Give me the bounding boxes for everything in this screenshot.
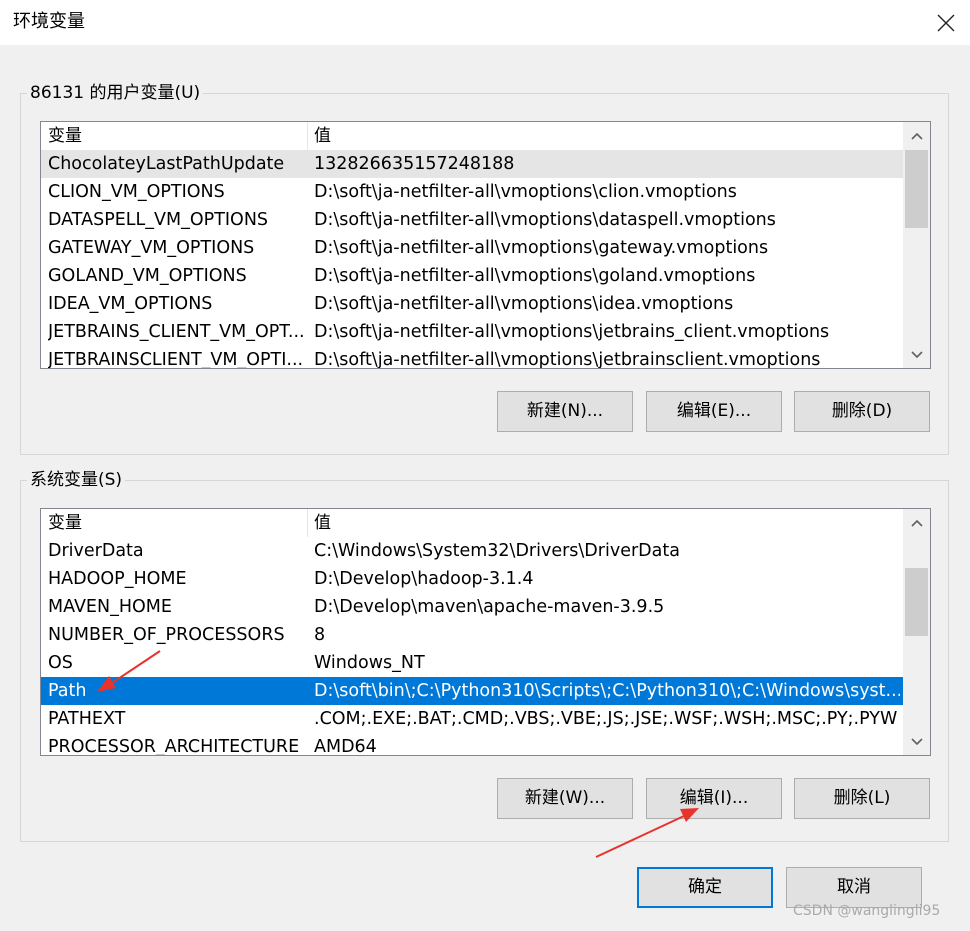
table-row[interactable]: OS Windows_NT <box>41 649 904 677</box>
system-vars-list[interactable]: 变量 值 DriverData C:\Windows\System32\Drive… <box>40 508 931 756</box>
variable-value-cell: D:\soft\ja-netfilter-all\vmoptions\clion… <box>314 182 737 202</box>
variable-value-cell: D:\soft\ja-netfilter-all\vmoptions\idea.… <box>314 294 734 314</box>
table-row[interactable]: IDEA_VM_OPTIONS D:\soft\ja-netfilter-all\… <box>41 290 904 318</box>
table-row[interactable]: CLION_VM_OPTIONS D:\soft\ja-netfilter-all… <box>41 178 904 206</box>
variable-name-cell: GATEWAY_VM_OPTIONS <box>48 238 255 258</box>
scroll-thumb[interactable] <box>905 568 928 636</box>
variable-name-cell: CLION_VM_OPTIONS <box>48 182 225 202</box>
variable-value-cell: D:\soft\bin\;C:\Python310\Scripts\;C:\Py… <box>314 681 900 701</box>
scroll-thumb[interactable] <box>905 150 928 228</box>
table-row[interactable]: JETBRAINS_CLIENT_VM_OPT... D:\soft\ja-net… <box>41 318 904 346</box>
table-row[interactable]: Path D:\soft\bin\;C:\Python310\Scripts\;C… <box>41 677 904 705</box>
table-row[interactable]: NUMBER_OF_PROCESSORS 8 <box>41 621 904 649</box>
table-row[interactable]: PATHEXT .COM;.EXE;.BAT;.CMD;.VBS;.VBE;.JS… <box>41 705 904 733</box>
scroll-up-button[interactable] <box>903 122 930 149</box>
variable-name-cell: Path <box>48 681 87 701</box>
close-icon <box>937 14 955 31</box>
variable-name-cell: ChocolateyLastPathUpdate <box>48 154 285 174</box>
scroll-up-button[interactable] <box>903 509 930 536</box>
column-header-value[interactable]: 值 <box>307 509 331 537</box>
scroll-down-button[interactable] <box>903 341 930 368</box>
variable-name-cell: PROCESSOR_ARCHITECTURE <box>48 737 300 756</box>
title-bar: 环境变量 <box>0 0 970 45</box>
watermark: CSDN @wanglingli95 <box>793 903 941 919</box>
variable-name-cell: OS <box>48 653 73 673</box>
variable-name-cell: JETBRAINSCLIENT_VM_OPTI... <box>48 350 304 369</box>
variable-value-cell: 8 <box>314 625 326 645</box>
chevron-down-icon <box>910 737 923 745</box>
table-row[interactable]: DriverData C:\Windows\System32\Drivers\Dr… <box>41 537 904 565</box>
user-edit-button[interactable]: 编辑(E)... <box>646 391 782 432</box>
table-row[interactable]: GATEWAY_VM_OPTIONS D:\soft\ja-netfilter-a… <box>41 234 904 262</box>
table-row[interactable]: ChocolateyLastPathUpdate 1328266351572481… <box>41 150 904 178</box>
column-header-variable[interactable]: 变量 <box>41 122 82 150</box>
table-row[interactable]: DATASPELL_VM_OPTIONS D:\soft\ja-netfilter… <box>41 206 904 234</box>
variable-value-cell: 132826635157248188 <box>314 154 515 174</box>
variable-value-cell: C:\Windows\System32\Drivers\DriverData <box>314 541 680 561</box>
variable-name-cell: JETBRAINS_CLIENT_VM_OPT... <box>48 322 305 342</box>
table-row[interactable]: PROCESSOR_ARCHITECTURE AMD64 <box>41 733 904 756</box>
variable-name-cell: IDEA_VM_OPTIONS <box>48 294 213 314</box>
variable-value-cell: D:\soft\ja-netfilter-all\vmoptions\jetbr… <box>314 322 830 342</box>
system-delete-button[interactable]: 删除(L) <box>794 778 930 819</box>
system-vars-header: 变量 值 <box>41 509 904 537</box>
user-delete-button[interactable]: 删除(D) <box>794 391 930 432</box>
table-row[interactable]: GOLAND_VM_OPTIONS D:\soft\ja-netfilter-al… <box>41 262 904 290</box>
table-row[interactable]: HADOOP_HOME D:\Develop\hadoop-3.1.4 <box>41 565 904 593</box>
variable-name-cell: PATHEXT <box>48 709 126 729</box>
variable-name-cell: NUMBER_OF_PROCESSORS <box>48 625 285 645</box>
ok-button[interactable]: 确定 <box>637 867 773 908</box>
variable-name-cell: GOLAND_VM_OPTIONS <box>48 266 247 286</box>
variable-value-cell: .COM;.EXE;.BAT;.CMD;.VBS;.VBE;.JS;.JSE;.… <box>314 709 898 729</box>
scroll-down-button[interactable] <box>903 728 930 755</box>
variable-value-cell: AMD64 <box>314 737 377 756</box>
system-edit-button[interactable]: 编辑(I)... <box>646 778 782 819</box>
user-new-button[interactable]: 新建(N)... <box>497 391 633 432</box>
system-vars-label: 系统变量(S) <box>27 469 126 491</box>
variable-value-cell: D:\soft\ja-netfilter-all\vmoptions\gatew… <box>314 238 769 258</box>
variable-value-cell: D:\Develop\maven\apache-maven-3.9.5 <box>314 597 665 617</box>
user-vars-list[interactable]: 变量 值 ChocolateyLastPathUpdate 13282663515… <box>40 121 931 369</box>
variable-value-cell: D:\Develop\hadoop-3.1.4 <box>314 569 534 589</box>
window-title: 环境变量 <box>13 11 85 32</box>
close-button[interactable] <box>922 0 970 45</box>
user-vars-scrollbar[interactable] <box>903 122 930 368</box>
system-new-button[interactable]: 新建(W)... <box>497 778 633 819</box>
variable-name-cell: MAVEN_HOME <box>48 597 172 617</box>
chevron-up-icon <box>910 132 923 140</box>
column-header-variable[interactable]: 变量 <box>41 509 82 537</box>
variable-name-cell: DriverData <box>48 541 144 561</box>
variable-value-cell: D:\soft\ja-netfilter-all\vmoptions\datas… <box>314 210 776 230</box>
user-vars-label: 86131 的用户变量(U) <box>27 82 204 104</box>
variable-name-cell: HADOOP_HOME <box>48 569 187 589</box>
chevron-up-icon <box>910 519 923 527</box>
system-vars-scrollbar[interactable] <box>903 509 930 755</box>
table-row[interactable]: JETBRAINSCLIENT_VM_OPTI... D:\soft\ja-net… <box>41 346 904 369</box>
cancel-button[interactable]: 取消 <box>786 867 922 908</box>
table-row[interactable]: MAVEN_HOME D:\Develop\maven\apache-maven-… <box>41 593 904 621</box>
variable-value-cell: D:\soft\ja-netfilter-all\vmoptions\jetbr… <box>314 350 821 369</box>
column-header-value[interactable]: 值 <box>307 122 331 150</box>
variable-value-cell: Windows_NT <box>314 653 425 673</box>
chevron-down-icon <box>910 350 923 358</box>
variable-name-cell: DATASPELL_VM_OPTIONS <box>48 210 269 230</box>
variable-value-cell: D:\soft\ja-netfilter-all\vmoptions\golan… <box>314 266 756 286</box>
user-vars-header: 变量 值 <box>41 122 904 150</box>
